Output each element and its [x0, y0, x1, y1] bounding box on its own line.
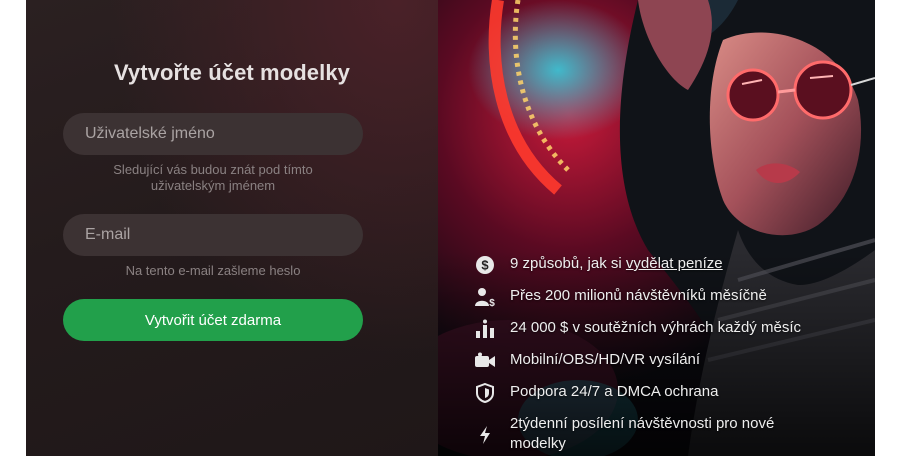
feature-text: 9 způsobů, jak si	[510, 255, 626, 272]
trophy-bars-icon	[474, 318, 496, 340]
dollar-circle-icon: $	[474, 254, 496, 276]
user-dollar-icon: $	[474, 286, 496, 308]
feature-earn-money: $ 9 způsobů, jak si vydělat peníze	[474, 254, 864, 276]
signup-form-panel: Vytvořte účet modelky Sledující vás budo…	[26, 0, 438, 456]
feature-text: Přes 200 milionů návštěvníků měsíčně	[510, 287, 767, 304]
feature-traffic-boost: 2týdenní posílení návštěvnosti pro nové …	[474, 414, 864, 454]
feature-text: 24 000 $ v soutěžních výhrách každý měsí…	[510, 319, 801, 336]
earn-money-link[interactable]: vydělat peníze	[626, 255, 723, 272]
form-title: Vytvořte účet modelky	[113, 60, 351, 85]
camera-icon	[474, 350, 496, 372]
create-account-button[interactable]: Vytvořit účet zdarma	[63, 299, 363, 341]
lightning-icon	[474, 424, 496, 446]
username-hint: Sledující vás budou znát pod tímto uživa…	[113, 162, 313, 193]
username-input[interactable]	[85, 125, 341, 143]
shield-icon	[474, 382, 496, 404]
email-hint: Na tento e-mail zašleme heslo	[125, 263, 301, 278]
email-field[interactable]	[63, 214, 363, 256]
feature-text: Mobilní/OBS/HD/VR vysílání	[510, 351, 701, 368]
email-input[interactable]	[85, 226, 341, 244]
feature-prizes: 24 000 $ v soutěžních výhrách každý měsí…	[474, 318, 864, 340]
username-field[interactable]	[63, 113, 363, 155]
feature-broadcast: Mobilní/OBS/HD/VR vysílání	[474, 350, 864, 372]
svg-text:$: $	[489, 298, 495, 307]
feature-text: Podpora 24/7 a DMCA ochrana	[510, 383, 719, 400]
feature-text: 2týdenní posílení návštěvnosti pro nové …	[510, 415, 775, 452]
feature-support: Podpora 24/7 a DMCA ochrana	[474, 382, 864, 404]
svg-text:$: $	[481, 258, 489, 273]
feature-visitors: $ Přes 200 milionů návštěvníků měsíčně	[474, 286, 864, 308]
promo-panel: $ 9 způsobů, jak si vydělat peníze $ Pře…	[438, 0, 875, 456]
signup-card: Vytvořte účet modelky Sledující vás budo…	[26, 0, 875, 456]
